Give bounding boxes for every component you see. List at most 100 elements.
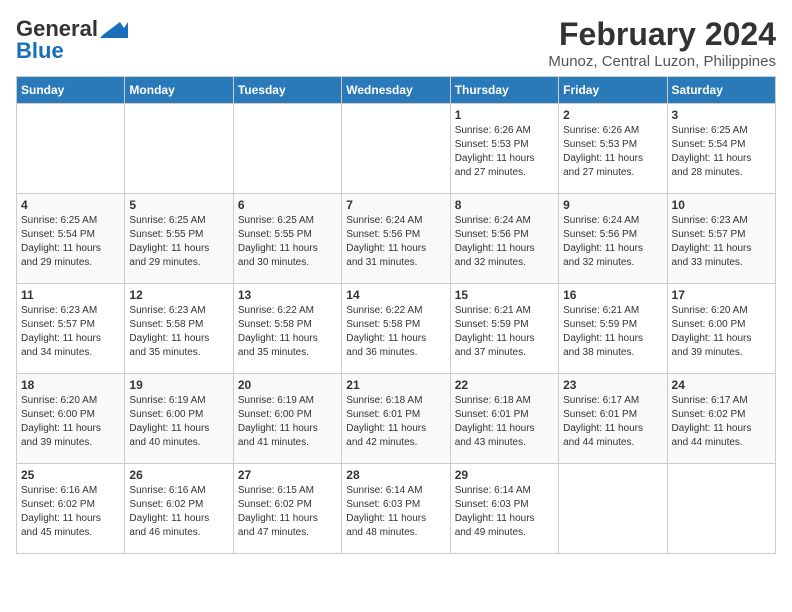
calendar-cell (342, 104, 450, 194)
calendar-table: SundayMondayTuesdayWednesdayThursdayFrid… (16, 76, 776, 554)
col-header-thursday: Thursday (450, 77, 558, 104)
calendar-week-row: 18 Sunrise: 6:20 AM Sunset: 6:00 PM Dayli… (17, 374, 776, 464)
day-number: 6 (238, 198, 337, 212)
calendar-cell: 19 Sunrise: 6:19 AM Sunset: 6:00 PM Dayli… (125, 374, 233, 464)
day-number: 22 (455, 378, 554, 392)
day-number: 20 (238, 378, 337, 392)
day-number: 27 (238, 468, 337, 482)
col-header-sunday: Sunday (17, 77, 125, 104)
day-info: Sunrise: 6:15 AM Sunset: 6:02 PM Dayligh… (238, 484, 337, 540)
day-info: Sunrise: 6:19 AM Sunset: 6:00 PM Dayligh… (129, 394, 228, 450)
calendar-cell: 20 Sunrise: 6:19 AM Sunset: 6:00 PM Dayli… (233, 374, 341, 464)
calendar-cell (233, 104, 341, 194)
calendar-week-row: 1 Sunrise: 6:26 AM Sunset: 5:53 PM Daylig… (17, 104, 776, 194)
day-info: Sunrise: 6:23 AM Sunset: 5:57 PM Dayligh… (672, 214, 771, 270)
calendar-cell (559, 464, 667, 554)
day-number: 1 (455, 108, 554, 122)
calendar-cell: 13 Sunrise: 6:22 AM Sunset: 5:58 PM Dayli… (233, 284, 341, 374)
col-header-wednesday: Wednesday (342, 77, 450, 104)
day-number: 17 (672, 288, 771, 302)
logo-text-blue: Blue (16, 38, 64, 64)
day-info: Sunrise: 6:16 AM Sunset: 6:02 PM Dayligh… (129, 484, 228, 540)
day-info: Sunrise: 6:25 AM Sunset: 5:54 PM Dayligh… (21, 214, 120, 270)
day-number: 3 (672, 108, 771, 122)
day-number: 26 (129, 468, 228, 482)
day-number: 24 (672, 378, 771, 392)
calendar-week-row: 25 Sunrise: 6:16 AM Sunset: 6:02 PM Dayli… (17, 464, 776, 554)
day-number: 10 (672, 198, 771, 212)
day-number: 13 (238, 288, 337, 302)
day-number: 29 (455, 468, 554, 482)
day-info: Sunrise: 6:22 AM Sunset: 5:58 PM Dayligh… (238, 304, 337, 360)
calendar-header-row: SundayMondayTuesdayWednesdayThursdayFrid… (17, 77, 776, 104)
calendar-week-row: 4 Sunrise: 6:25 AM Sunset: 5:54 PM Daylig… (17, 194, 776, 284)
day-info: Sunrise: 6:18 AM Sunset: 6:01 PM Dayligh… (455, 394, 554, 450)
col-header-tuesday: Tuesday (233, 77, 341, 104)
calendar-cell: 17 Sunrise: 6:20 AM Sunset: 6:00 PM Dayli… (667, 284, 775, 374)
calendar-cell: 29 Sunrise: 6:14 AM Sunset: 6:03 PM Dayli… (450, 464, 558, 554)
title-area: February 2024 Munoz, Central Luzon, Phil… (548, 16, 776, 70)
calendar-cell: 28 Sunrise: 6:14 AM Sunset: 6:03 PM Dayli… (342, 464, 450, 554)
day-info: Sunrise: 6:25 AM Sunset: 5:55 PM Dayligh… (129, 214, 228, 270)
day-info: Sunrise: 6:24 AM Sunset: 5:56 PM Dayligh… (455, 214, 554, 270)
calendar-cell: 8Sunrise: 6:24 AM Sunset: 5:56 PM Daylig… (450, 194, 558, 284)
day-info: Sunrise: 6:14 AM Sunset: 6:03 PM Dayligh… (346, 484, 445, 540)
calendar-cell: 21Sunrise: 6:18 AM Sunset: 6:01 PM Dayli… (342, 374, 450, 464)
day-number: 2 (563, 108, 662, 122)
day-info: Sunrise: 6:20 AM Sunset: 6:00 PM Dayligh… (21, 394, 120, 450)
header: General Blue February 2024 Munoz, Centra… (16, 16, 776, 70)
day-info: Sunrise: 6:21 AM Sunset: 5:59 PM Dayligh… (563, 304, 662, 360)
day-number: 14 (346, 288, 445, 302)
day-number: 16 (563, 288, 662, 302)
calendar-cell: 14Sunrise: 6:22 AM Sunset: 5:58 PM Dayli… (342, 284, 450, 374)
day-info: Sunrise: 6:19 AM Sunset: 6:00 PM Dayligh… (238, 394, 337, 450)
day-number: 11 (21, 288, 120, 302)
day-info: Sunrise: 6:18 AM Sunset: 6:01 PM Dayligh… (346, 394, 445, 450)
calendar-cell: 2 Sunrise: 6:26 AM Sunset: 5:53 PM Daylig… (559, 104, 667, 194)
logo: General Blue (16, 16, 128, 64)
calendar-cell: 12 Sunrise: 6:23 AM Sunset: 5:58 PM Dayli… (125, 284, 233, 374)
day-number: 7 (346, 198, 445, 212)
day-info: Sunrise: 6:17 AM Sunset: 6:02 PM Dayligh… (672, 394, 771, 450)
day-info: Sunrise: 6:16 AM Sunset: 6:02 PM Dayligh… (21, 484, 120, 540)
calendar-cell (125, 104, 233, 194)
day-info: Sunrise: 6:24 AM Sunset: 5:56 PM Dayligh… (563, 214, 662, 270)
calendar-cell: 18 Sunrise: 6:20 AM Sunset: 6:00 PM Dayli… (17, 374, 125, 464)
col-header-monday: Monday (125, 77, 233, 104)
calendar-cell: 3 Sunrise: 6:25 AM Sunset: 5:54 PM Daylig… (667, 104, 775, 194)
calendar-cell: 27 Sunrise: 6:15 AM Sunset: 6:02 PM Dayli… (233, 464, 341, 554)
day-number: 9 (563, 198, 662, 212)
calendar-cell: 24 Sunrise: 6:17 AM Sunset: 6:02 PM Dayli… (667, 374, 775, 464)
day-number: 18 (21, 378, 120, 392)
calendar-cell: 6 Sunrise: 6:25 AM Sunset: 5:55 PM Daylig… (233, 194, 341, 284)
page-subtitle: Munoz, Central Luzon, Philippines (548, 53, 776, 70)
calendar-cell: 22 Sunrise: 6:18 AM Sunset: 6:01 PM Dayli… (450, 374, 558, 464)
calendar-cell: 10 Sunrise: 6:23 AM Sunset: 5:57 PM Dayli… (667, 194, 775, 284)
day-info: Sunrise: 6:25 AM Sunset: 5:55 PM Dayligh… (238, 214, 337, 270)
day-info: Sunrise: 6:20 AM Sunset: 6:00 PM Dayligh… (672, 304, 771, 360)
calendar-cell: 5 Sunrise: 6:25 AM Sunset: 5:55 PM Daylig… (125, 194, 233, 284)
day-number: 15 (455, 288, 554, 302)
day-number: 19 (129, 378, 228, 392)
day-info: Sunrise: 6:24 AM Sunset: 5:56 PM Dayligh… (346, 214, 445, 270)
day-info: Sunrise: 6:25 AM Sunset: 5:54 PM Dayligh… (672, 124, 771, 180)
day-info: Sunrise: 6:26 AM Sunset: 5:53 PM Dayligh… (563, 124, 662, 180)
day-info: Sunrise: 6:23 AM Sunset: 5:58 PM Dayligh… (129, 304, 228, 360)
calendar-cell: 26 Sunrise: 6:16 AM Sunset: 6:02 PM Dayli… (125, 464, 233, 554)
day-info: Sunrise: 6:21 AM Sunset: 5:59 PM Dayligh… (455, 304, 554, 360)
day-number: 25 (21, 468, 120, 482)
day-number: 5 (129, 198, 228, 212)
calendar-cell: 7 Sunrise: 6:24 AM Sunset: 5:56 PM Daylig… (342, 194, 450, 284)
calendar-cell: 25 Sunrise: 6:16 AM Sunset: 6:02 PM Dayli… (17, 464, 125, 554)
logo-arrow-icon (100, 20, 128, 38)
calendar-cell (667, 464, 775, 554)
day-number: 28 (346, 468, 445, 482)
col-header-saturday: Saturday (667, 77, 775, 104)
calendar-cell: 16 Sunrise: 6:21 AM Sunset: 5:59 PM Dayli… (559, 284, 667, 374)
day-info: Sunrise: 6:17 AM Sunset: 6:01 PM Dayligh… (563, 394, 662, 450)
day-number: 12 (129, 288, 228, 302)
page-title: February 2024 (548, 16, 776, 53)
day-info: Sunrise: 6:23 AM Sunset: 5:57 PM Dayligh… (21, 304, 120, 360)
day-info: Sunrise: 6:14 AM Sunset: 6:03 PM Dayligh… (455, 484, 554, 540)
day-number: 4 (21, 198, 120, 212)
